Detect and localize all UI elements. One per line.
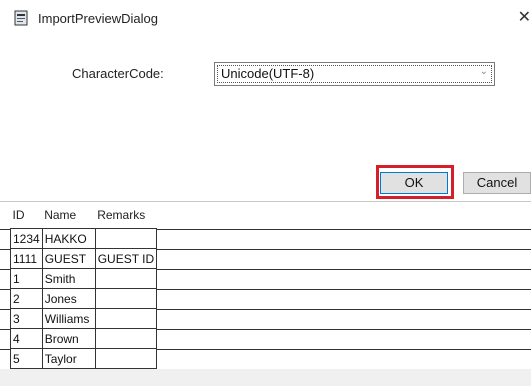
- table-row[interactable]: 4 Brown: [10, 328, 158, 349]
- table-cell[interactable]: [94, 308, 158, 329]
- table-cell[interactable]: 3: [10, 308, 43, 329]
- character-code-value: Unicode(UTF-8): [221, 66, 315, 81]
- table-row[interactable]: 2 Jones: [10, 288, 158, 309]
- title-bar: ImportPreviewDialog ✕: [0, 0, 531, 40]
- table-row[interactable]: 1234 HAKKO: [10, 228, 158, 249]
- table-cell[interactable]: [94, 348, 158, 369]
- character-code-select[interactable]: Unicode(UTF-8) ⌄: [214, 62, 495, 86]
- table-cell[interactable]: 2: [10, 288, 43, 309]
- column-header-remarks[interactable]: Remarks: [95, 202, 157, 229]
- table-cell[interactable]: [94, 228, 158, 249]
- table-cell[interactable]: 1111: [10, 248, 43, 269]
- table-cell[interactable]: Williams: [41, 308, 96, 329]
- document-icon: [14, 10, 28, 26]
- close-icon[interactable]: ✕: [509, 6, 531, 30]
- table-cell[interactable]: 5: [10, 348, 43, 369]
- table-row[interactable]: 5 Taylor: [10, 348, 158, 369]
- cancel-button[interactable]: Cancel: [463, 172, 531, 194]
- table-cell[interactable]: GUEST ID: [94, 248, 158, 269]
- preview-grid: ID Name Remarks 1234 HAKKO 1111 GUEST GUEST …: [0, 201, 531, 386]
- ok-button[interactable]: OK: [380, 172, 448, 194]
- table-cell[interactable]: Jones: [41, 288, 96, 309]
- table-row[interactable]: 3 Williams: [10, 308, 158, 329]
- column-header-id[interactable]: ID: [10, 202, 43, 229]
- preview-table: ID Name Remarks 1234 HAKKO 1111 GUEST GUEST …: [10, 202, 158, 369]
- table-cell[interactable]: HAKKO: [41, 228, 96, 249]
- table-cell[interactable]: GUEST: [41, 248, 96, 269]
- table-cell[interactable]: 1234: [10, 228, 43, 249]
- table-cell[interactable]: 4: [10, 328, 43, 349]
- header-row: ID Name Remarks: [10, 202, 157, 229]
- window-title: ImportPreviewDialog: [38, 11, 158, 26]
- character-code-label: CharacterCode:: [72, 66, 164, 81]
- table-cell[interactable]: [94, 268, 158, 289]
- table-cell[interactable]: [94, 328, 158, 349]
- chevron-down-icon: ⌄: [479, 66, 488, 77]
- table-row[interactable]: 1111 GUEST GUEST ID: [10, 248, 158, 269]
- table-cell[interactable]: [94, 288, 158, 309]
- table-row[interactable]: 1 Smith: [10, 268, 158, 289]
- table-cell[interactable]: 1: [10, 268, 43, 289]
- table-cell[interactable]: Taylor: [41, 348, 96, 369]
- table-cell[interactable]: Smith: [41, 268, 96, 289]
- table-cell[interactable]: Brown: [41, 328, 96, 349]
- column-header-name[interactable]: Name: [42, 202, 96, 229]
